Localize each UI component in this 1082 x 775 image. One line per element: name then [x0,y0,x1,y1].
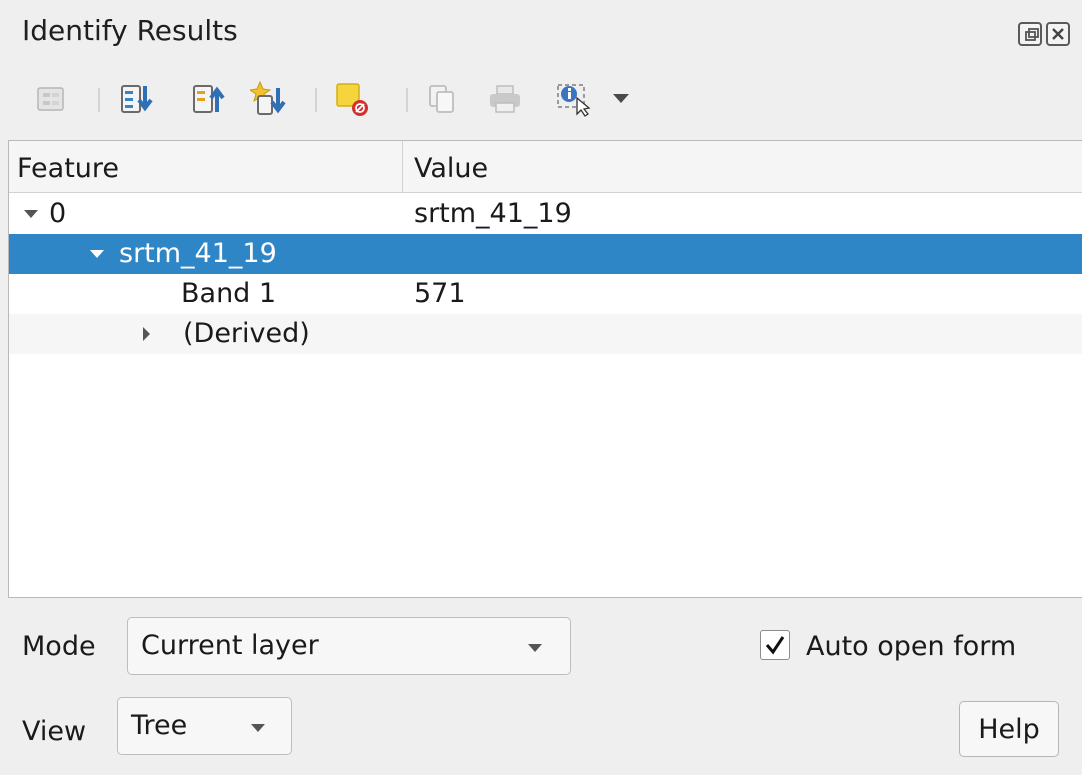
checkmark-icon [765,636,785,655]
collapse-all-button[interactable] [190,80,228,118]
tree-header: Feature Value [9,141,1082,193]
panel-title: Identify Results [22,14,238,47]
feature-cell: 0 [49,198,67,229]
toolbar-separator [98,88,100,112]
clear-results-button[interactable] [334,80,372,118]
tree-row[interactable]: (Derived) [9,314,1082,354]
view-combobox[interactable]: Tree [117,697,292,755]
close-icon [1052,28,1064,40]
mode-combobox-value: Current layer [141,630,319,661]
expand-tree-icon [37,87,64,111]
chevron-down-icon [528,644,542,652]
feature-cell: srtm_41_19 [119,238,277,269]
toolbar [0,72,1082,128]
title-bar: Identify Results [0,0,1082,68]
close-panel-button[interactable] [1046,22,1070,46]
expand-new-results-button[interactable] [250,80,288,118]
float-icon [1025,28,1039,41]
toolbar-separator [315,88,317,112]
collapse-all-icon [193,85,225,113]
identify-select-mode-button[interactable] [555,80,593,118]
auto-open-form-label[interactable]: Auto open form [806,631,1016,662]
value-cell: 571 [414,278,466,309]
column-divider [402,141,403,193]
column-header-feature[interactable]: Feature [17,153,119,184]
value-cell: srtm_41_19 [414,198,572,229]
help-button[interactable]: Help [959,701,1059,757]
clear-results-icon [336,83,368,116]
feature-cell: Band 1 [181,278,277,309]
identify-results-panel: Identify Results Feature Value 0 srtm_41… [0,0,1082,775]
tree-row-selected[interactable]: srtm_41_19 [9,234,1082,274]
tree-row[interactable]: Band 1 571 [9,274,1082,314]
view-label: View [22,716,87,747]
collapse-arrow-icon[interactable] [143,327,150,341]
identify-mode-dropdown-arrow[interactable] [613,94,629,103]
expand-all-button[interactable] [118,80,156,118]
chevron-down-icon [251,724,265,732]
copy-feature-icon [429,85,454,113]
expand-tree-button[interactable] [33,80,71,118]
results-tree[interactable]: Feature Value 0 srtm_41_19 srtm_41_19 Ba… [8,140,1082,598]
feature-cell: (Derived) [183,318,310,349]
tree-row[interactable]: 0 srtm_41_19 [9,194,1082,234]
identify-select-mode-icon [557,84,591,117]
mode-label: Mode [22,631,96,662]
expand-all-icon [121,85,153,113]
expand-new-results-icon [250,80,286,115]
copy-feature-button[interactable] [424,80,462,118]
view-combobox-value: Tree [131,710,188,741]
expand-arrow-icon[interactable] [24,210,38,218]
mode-combobox[interactable]: Current layer [127,617,571,675]
float-panel-button[interactable] [1018,22,1042,46]
toolbar-separator [406,88,408,112]
print-button[interactable] [486,80,524,118]
column-header-value[interactable]: Value [414,153,488,184]
help-button-label: Help [978,714,1040,745]
auto-open-form-checkbox[interactable] [760,630,790,660]
print-icon [490,85,520,113]
expand-arrow-icon[interactable] [90,250,104,258]
